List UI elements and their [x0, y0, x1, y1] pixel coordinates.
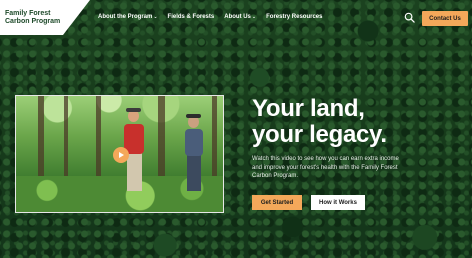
main-nav: About the Program⌄ Fields & Forests Abou… — [98, 14, 322, 20]
contact-us-button[interactable]: Contact Us — [422, 11, 468, 26]
nav-item-about-us[interactable]: About Us⌄ — [224, 14, 256, 20]
logo-line-1: Family Forest — [5, 10, 51, 17]
person-figure — [187, 155, 201, 191]
chevron-down-icon: ⌄ — [153, 14, 158, 20]
person-figure — [126, 108, 141, 112]
how-it-works-button[interactable]: How it Works — [311, 195, 365, 210]
nav-item-forestry-resources[interactable]: Forestry Resources — [266, 14, 322, 20]
nav-item-fields-forests[interactable]: Fields & Forests — [168, 14, 215, 20]
nav-label: Fields & Forests — [167, 14, 215, 20]
video-player[interactable] — [15, 95, 224, 213]
play-icon[interactable] — [113, 147, 129, 163]
nav-label: About Us — [224, 14, 251, 20]
hero-body-text: Watch this video to see how you can earn… — [252, 156, 399, 179]
headline-line-2: your legacy. — [252, 121, 387, 148]
nav-label: Forestry Resources — [266, 14, 323, 20]
logo-line-2: Carbon Program — [5, 18, 61, 25]
headline-line-1: Your land, — [252, 95, 365, 122]
person-figure — [186, 114, 201, 118]
hero-headline: Your land, your legacy. — [252, 96, 452, 148]
nav-item-about-the-program[interactable]: About the Program⌄ — [98, 14, 158, 20]
get-started-button[interactable]: Get Started — [252, 195, 302, 210]
person-figure — [127, 153, 142, 191]
play-triangle — [119, 152, 124, 158]
chevron-down-icon: ⌄ — [251, 14, 257, 20]
search-icon[interactable] — [404, 12, 415, 23]
nav-label: About the Program — [98, 14, 153, 20]
site-logo[interactable]: Family Forest Carbon Program — [5, 10, 60, 26]
person-figure — [185, 129, 203, 156]
